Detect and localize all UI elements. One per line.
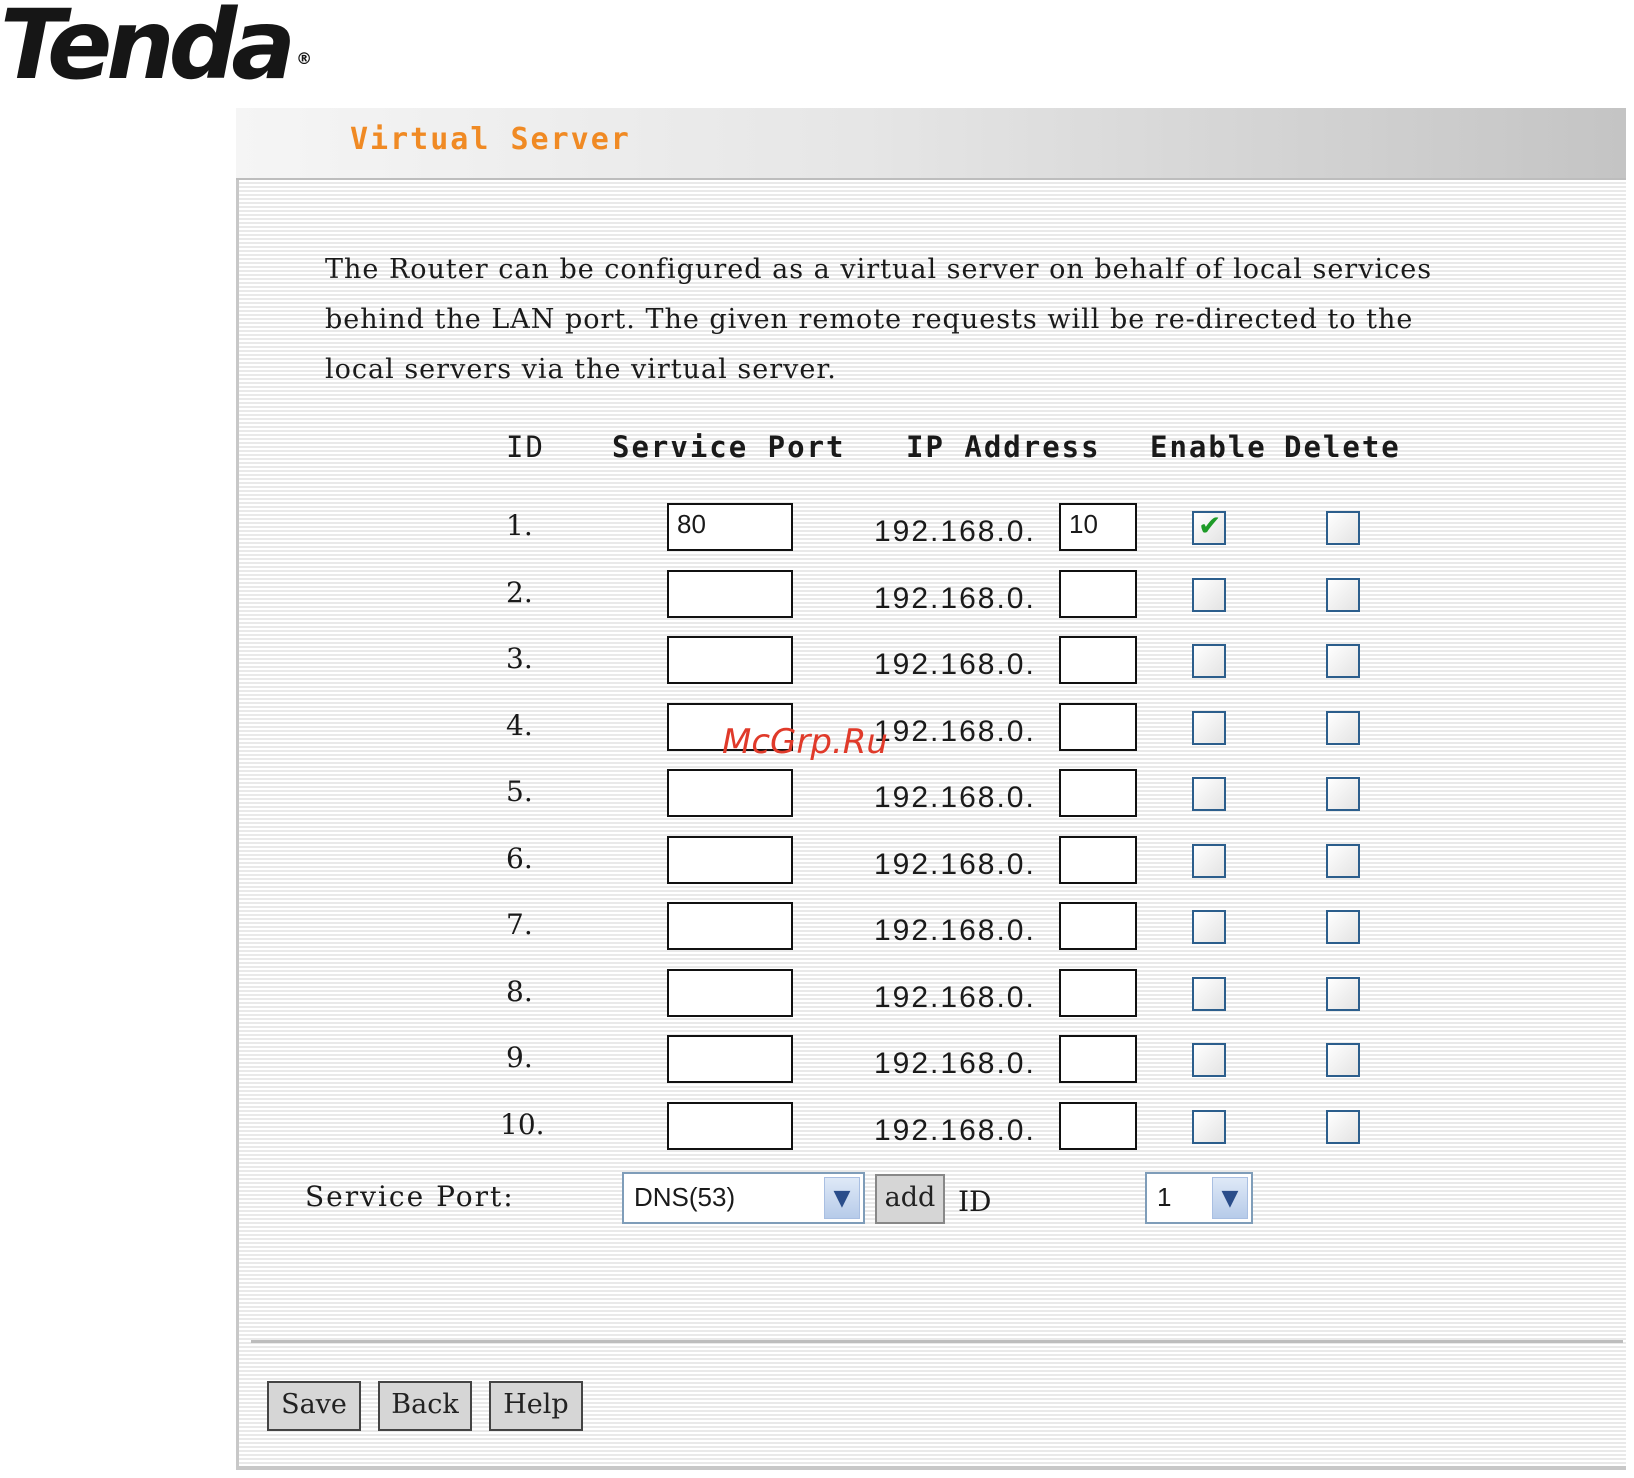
enable-checkbox[interactable]: ✔: [1192, 509, 1226, 545]
delete-checkbox[interactable]: [1326, 711, 1360, 745]
service-port-input[interactable]: [667, 902, 793, 950]
enable-checkbox[interactable]: [1192, 1110, 1226, 1144]
row-id: 1.: [506, 509, 533, 542]
ip-last-octet-input[interactable]: [1059, 1102, 1137, 1150]
back-button[interactable]: Back: [378, 1381, 472, 1431]
row-id: 3.: [506, 642, 533, 675]
service-port-input[interactable]: [667, 570, 793, 618]
enable-checkbox[interactable]: [1192, 578, 1226, 612]
service-port-input[interactable]: [667, 636, 793, 684]
save-button[interactable]: Save: [267, 1381, 361, 1431]
ip-prefix: 192.168.0.: [874, 848, 1036, 881]
ip-last-octet-input[interactable]: [1059, 1035, 1137, 1083]
enable-checkbox[interactable]: [1192, 777, 1226, 811]
add-button[interactable]: add: [875, 1174, 945, 1224]
ip-last-octet-input[interactable]: [1059, 570, 1137, 618]
ip-prefix: 192.168.0.: [874, 1114, 1036, 1147]
ip-prefix: 192.168.0.: [874, 515, 1036, 548]
id-selected: 1: [1157, 1182, 1172, 1212]
delete-checkbox[interactable]: [1326, 578, 1360, 612]
tenda-logo: Tenda ®: [0, 0, 313, 101]
service-port-input[interactable]: [667, 836, 793, 884]
delete-checkbox[interactable]: [1326, 777, 1360, 811]
row-id: 5.: [506, 775, 533, 808]
delete-checkbox[interactable]: [1326, 1043, 1360, 1077]
ip-prefix: 192.168.0.: [874, 914, 1036, 947]
id-label: ID: [958, 1185, 992, 1218]
header-ip-address: IP Address: [906, 430, 1101, 464]
service-port-label: Service Port:: [305, 1180, 515, 1213]
panel-bottom-border: [236, 1466, 1626, 1470]
service-port-input[interactable]: [667, 1035, 793, 1083]
ip-last-octet-input[interactable]: [1059, 769, 1137, 817]
chevron-down-icon[interactable]: ▼: [1212, 1177, 1248, 1219]
row-id: 7.: [506, 908, 533, 941]
chevron-down-icon[interactable]: ▼: [824, 1177, 860, 1219]
delete-checkbox[interactable]: [1326, 977, 1360, 1011]
row-id: 4.: [506, 709, 533, 742]
enable-checkbox[interactable]: [1192, 844, 1226, 878]
header-delete: Delete: [1284, 430, 1401, 464]
ip-prefix: 192.168.0.: [874, 715, 1036, 748]
delete-checkbox[interactable]: [1326, 644, 1360, 678]
watermark: McGrp.Ru: [722, 722, 888, 762]
ip-prefix: 192.168.0.: [874, 582, 1036, 615]
ip-last-octet-input[interactable]: [1059, 969, 1137, 1017]
enable-checkbox[interactable]: [1192, 977, 1226, 1011]
enable-checkbox[interactable]: [1192, 644, 1226, 678]
header-service-port: Service Port: [612, 430, 846, 464]
row-id: 9.: [506, 1041, 533, 1074]
separator: [251, 1340, 1623, 1343]
service-port-select[interactable]: DNS(53) ▼: [622, 1172, 865, 1224]
delete-checkbox[interactable]: [1326, 511, 1360, 545]
service-port-input[interactable]: [667, 969, 793, 1017]
delete-checkbox[interactable]: [1326, 1110, 1360, 1144]
service-port-input[interactable]: [667, 1102, 793, 1150]
ip-last-octet-input[interactable]: [1059, 636, 1137, 684]
header-id: ID: [506, 430, 545, 464]
ip-prefix: 192.168.0.: [874, 648, 1036, 681]
delete-checkbox[interactable]: [1326, 844, 1360, 878]
header-enable: Enable: [1150, 430, 1267, 464]
ip-prefix: 192.168.0.: [874, 981, 1036, 1014]
row-id: 6.: [506, 842, 533, 875]
page-title: Virtual Server: [350, 122, 631, 157]
ip-prefix: 192.168.0.: [874, 781, 1036, 814]
help-button[interactable]: Help: [489, 1381, 583, 1431]
enable-checkbox[interactable]: [1192, 910, 1226, 944]
row-id: 10.: [500, 1108, 545, 1141]
enable-checkbox[interactable]: [1192, 711, 1226, 745]
ip-prefix: 192.168.0.: [874, 1047, 1036, 1080]
id-select[interactable]: 1 ▼: [1145, 1172, 1253, 1224]
checkmark-icon: ✔: [1198, 509, 1222, 542]
enable-checkbox[interactable]: [1192, 1043, 1226, 1077]
row-id: 8.: [506, 975, 533, 1008]
service-port-input[interactable]: [667, 769, 793, 817]
intro-text: The Router can be configured as a virtua…: [325, 254, 1433, 385]
service-port-selected: DNS(53): [634, 1182, 736, 1212]
ip-last-octet-input[interactable]: [1059, 703, 1137, 751]
delete-checkbox[interactable]: [1326, 910, 1360, 944]
row-id: 2.: [506, 576, 533, 609]
ip-last-octet-input[interactable]: [1059, 836, 1137, 884]
ip-last-octet-input[interactable]: 10: [1059, 503, 1137, 551]
service-port-input[interactable]: 80: [667, 503, 793, 551]
ip-last-octet-input[interactable]: [1059, 902, 1137, 950]
